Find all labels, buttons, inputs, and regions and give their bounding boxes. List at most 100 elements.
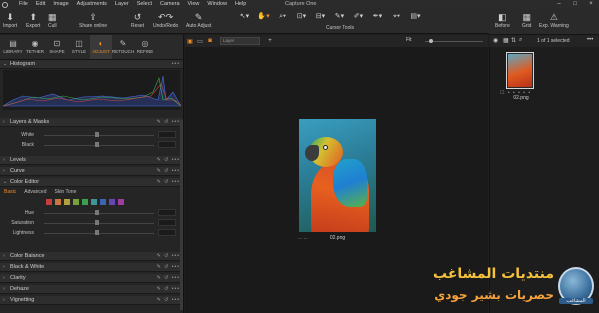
tab-retouch[interactable]: ✎ RETOUCH (112, 35, 134, 59)
crop-cursor-icon[interactable]: ⊡▾ (293, 12, 310, 22)
before-button[interactable]: ◧ Before (495, 11, 510, 29)
menu-view[interactable]: View (184, 0, 204, 9)
section-actions-icon[interactable]: ✎ ↺ ••• (157, 296, 180, 305)
zoom-fit-label[interactable]: Fit (406, 37, 412, 43)
heal-cursor-icon[interactable]: ✒▾ (369, 12, 386, 22)
lightness-slider-track[interactable] (44, 233, 154, 234)
add-layer-icon[interactable]: + (265, 38, 275, 44)
menu-layer[interactable]: Layer (111, 0, 133, 9)
export-button[interactable]: ⬆ Export (26, 11, 40, 29)
black-slider-track[interactable] (44, 145, 154, 146)
color-swatch[interactable] (55, 199, 61, 205)
histogram-header[interactable]: ⌄ Histogram ••• (0, 60, 183, 69)
search-icon[interactable]: ⌕ (519, 37, 522, 44)
tab-refine[interactable]: ◎ REFINE (134, 35, 156, 59)
more-icon[interactable]: ••• (172, 60, 180, 69)
color-swatch[interactable] (118, 199, 124, 205)
saturation-slider-knob[interactable] (95, 220, 99, 225)
thumbnail[interactable] (506, 52, 534, 89)
layer-select[interactable]: Layer (220, 37, 260, 45)
curve-header[interactable]: › Curve ✎ ↺ ••• (0, 167, 183, 176)
tab-adjust[interactable]: ◐ ADJUST (90, 35, 112, 59)
maximize-button[interactable]: □ (567, 0, 583, 9)
auto-adjust-button[interactable]: ✎ Auto Adjust (186, 11, 211, 29)
hue-slider-knob[interactable] (95, 210, 99, 215)
single-view-icon[interactable]: ▣ (185, 38, 195, 45)
dehaze-header[interactable]: › Dehaze ✎ ↺ ••• (0, 285, 183, 294)
undo-redo-button[interactable]: ↶↷ Undo/Redo (153, 11, 178, 29)
lightness-slider-knob[interactable] (95, 230, 99, 235)
exp-warning-button[interactable]: ⚠ Exp. Warning (539, 11, 569, 29)
hue-slider-track[interactable] (44, 213, 154, 214)
picker-cursor-icon[interactable]: ✐▾ (350, 12, 367, 22)
menu-edit[interactable]: Edit (32, 0, 49, 9)
brush-cursor-icon[interactable]: ✎▾ (331, 12, 348, 22)
tab-tether[interactable]: ◉ TETHER (24, 35, 46, 59)
color-swatch[interactable] (82, 199, 88, 205)
zoom-slider-knob[interactable] (429, 39, 433, 43)
color-editor-header[interactable]: ⌄ Color Editor ✎ ↺ ••• (0, 178, 183, 187)
section-actions-icon[interactable]: ✎ ↺ ••• (157, 252, 180, 261)
pan-cursor-icon[interactable]: ✋▾ (255, 12, 272, 22)
hue-value-field[interactable] (158, 209, 176, 216)
color-swatch[interactable] (91, 199, 97, 205)
text-cursor-icon[interactable]: ▤▾ (407, 12, 424, 22)
panel-scrollbar[interactable] (180, 120, 183, 310)
section-actions-icon[interactable]: ✎ ↺ ••• (157, 285, 180, 294)
white-slider-track[interactable] (44, 135, 154, 136)
reset-button[interactable]: ↺ Reset (131, 11, 144, 29)
section-actions-icon[interactable]: ✎ ↺ ••• (157, 167, 180, 176)
black-slider-knob[interactable] (95, 142, 99, 147)
section-actions-icon[interactable]: ✎ ↺ ••• (157, 263, 180, 272)
saturation-value-field[interactable] (158, 219, 176, 226)
menu-window[interactable]: Window (203, 0, 231, 9)
color-swatch[interactable] (64, 199, 70, 205)
tab-library[interactable]: ▤ LIBRARY (2, 35, 24, 59)
section-actions-icon[interactable]: ✎ ↺ ••• (157, 178, 180, 187)
section-actions-icon[interactable]: ✎ ↺ ••• (157, 118, 180, 127)
levels-header[interactable]: › Levels ✎ ↺ ••• (0, 156, 183, 165)
color-swatch[interactable] (109, 199, 115, 205)
parrot-photo[interactable] (299, 119, 376, 232)
tab-basic[interactable]: Basic (4, 189, 16, 195)
sort-icon[interactable]: ⇅ (511, 37, 516, 44)
section-actions-icon[interactable]: ✎ ↺ ••• (157, 156, 180, 165)
import-button[interactable]: ⬇ Import (3, 11, 17, 29)
eye-icon[interactable]: ◉ (493, 37, 498, 44)
black-value-field[interactable] (158, 141, 176, 148)
cull-button[interactable]: ▦ Cull (48, 11, 57, 29)
tab-style[interactable]: ◫ STYLE (68, 35, 90, 59)
tab-skin-tone[interactable]: Skin Tone (54, 189, 76, 195)
menu-adjustments[interactable]: Adjustments (73, 0, 111, 9)
menu-help[interactable]: Help (231, 0, 250, 9)
share-online-button[interactable]: ⇪ Share online (79, 11, 107, 29)
zoom-slider-track[interactable] (425, 41, 483, 42)
layers-masks-header[interactable]: › Layers & Masks ✎ ↺ ••• (0, 118, 183, 127)
menu-file[interactable]: File (15, 0, 32, 9)
lightness-value-field[interactable] (158, 229, 176, 236)
vignetting-header[interactable]: › Vignetting ✎ ↺ ••• (0, 296, 183, 305)
color-swatch[interactable] (46, 199, 52, 205)
grid-button[interactable]: ▦ Grid (522, 11, 531, 29)
minimize-button[interactable]: – (551, 0, 567, 9)
menu-image[interactable]: Image (49, 0, 72, 9)
menu-camera[interactable]: Camera (156, 0, 184, 9)
zoom-cursor-icon[interactable]: ⌕▾ (274, 12, 291, 22)
clarity-header[interactable]: › Clarity ✎ ↺ ••• (0, 274, 183, 283)
more-icon[interactable]: ••• (587, 37, 593, 43)
tab-shape[interactable]: ⊡ SHAPE (46, 35, 68, 59)
section-actions-icon[interactable]: ✎ ↺ ••• (157, 274, 180, 283)
select-cursor-icon[interactable]: ↖▾ (236, 12, 253, 22)
wb-picker-icon[interactable]: ⌖▾ (388, 12, 405, 22)
keystone-cursor-icon[interactable]: ⊟▾ (312, 12, 329, 22)
black-white-header[interactable]: › Black & White ✎ ↺ ••• (0, 263, 183, 272)
menu-select[interactable]: Select (133, 0, 156, 9)
tab-advanced[interactable]: Advanced (24, 189, 46, 195)
saturation-slider-track[interactable] (44, 223, 154, 224)
color-swatch[interactable] (73, 199, 79, 205)
color-balance-header[interactable]: › Color Balance ✎ ↺ ••• (0, 252, 183, 261)
color-swatch[interactable] (100, 199, 106, 205)
multi-view-icon[interactable]: ▭ (195, 38, 205, 45)
white-slider-knob[interactable] (95, 132, 99, 137)
white-value-field[interactable] (158, 131, 176, 138)
